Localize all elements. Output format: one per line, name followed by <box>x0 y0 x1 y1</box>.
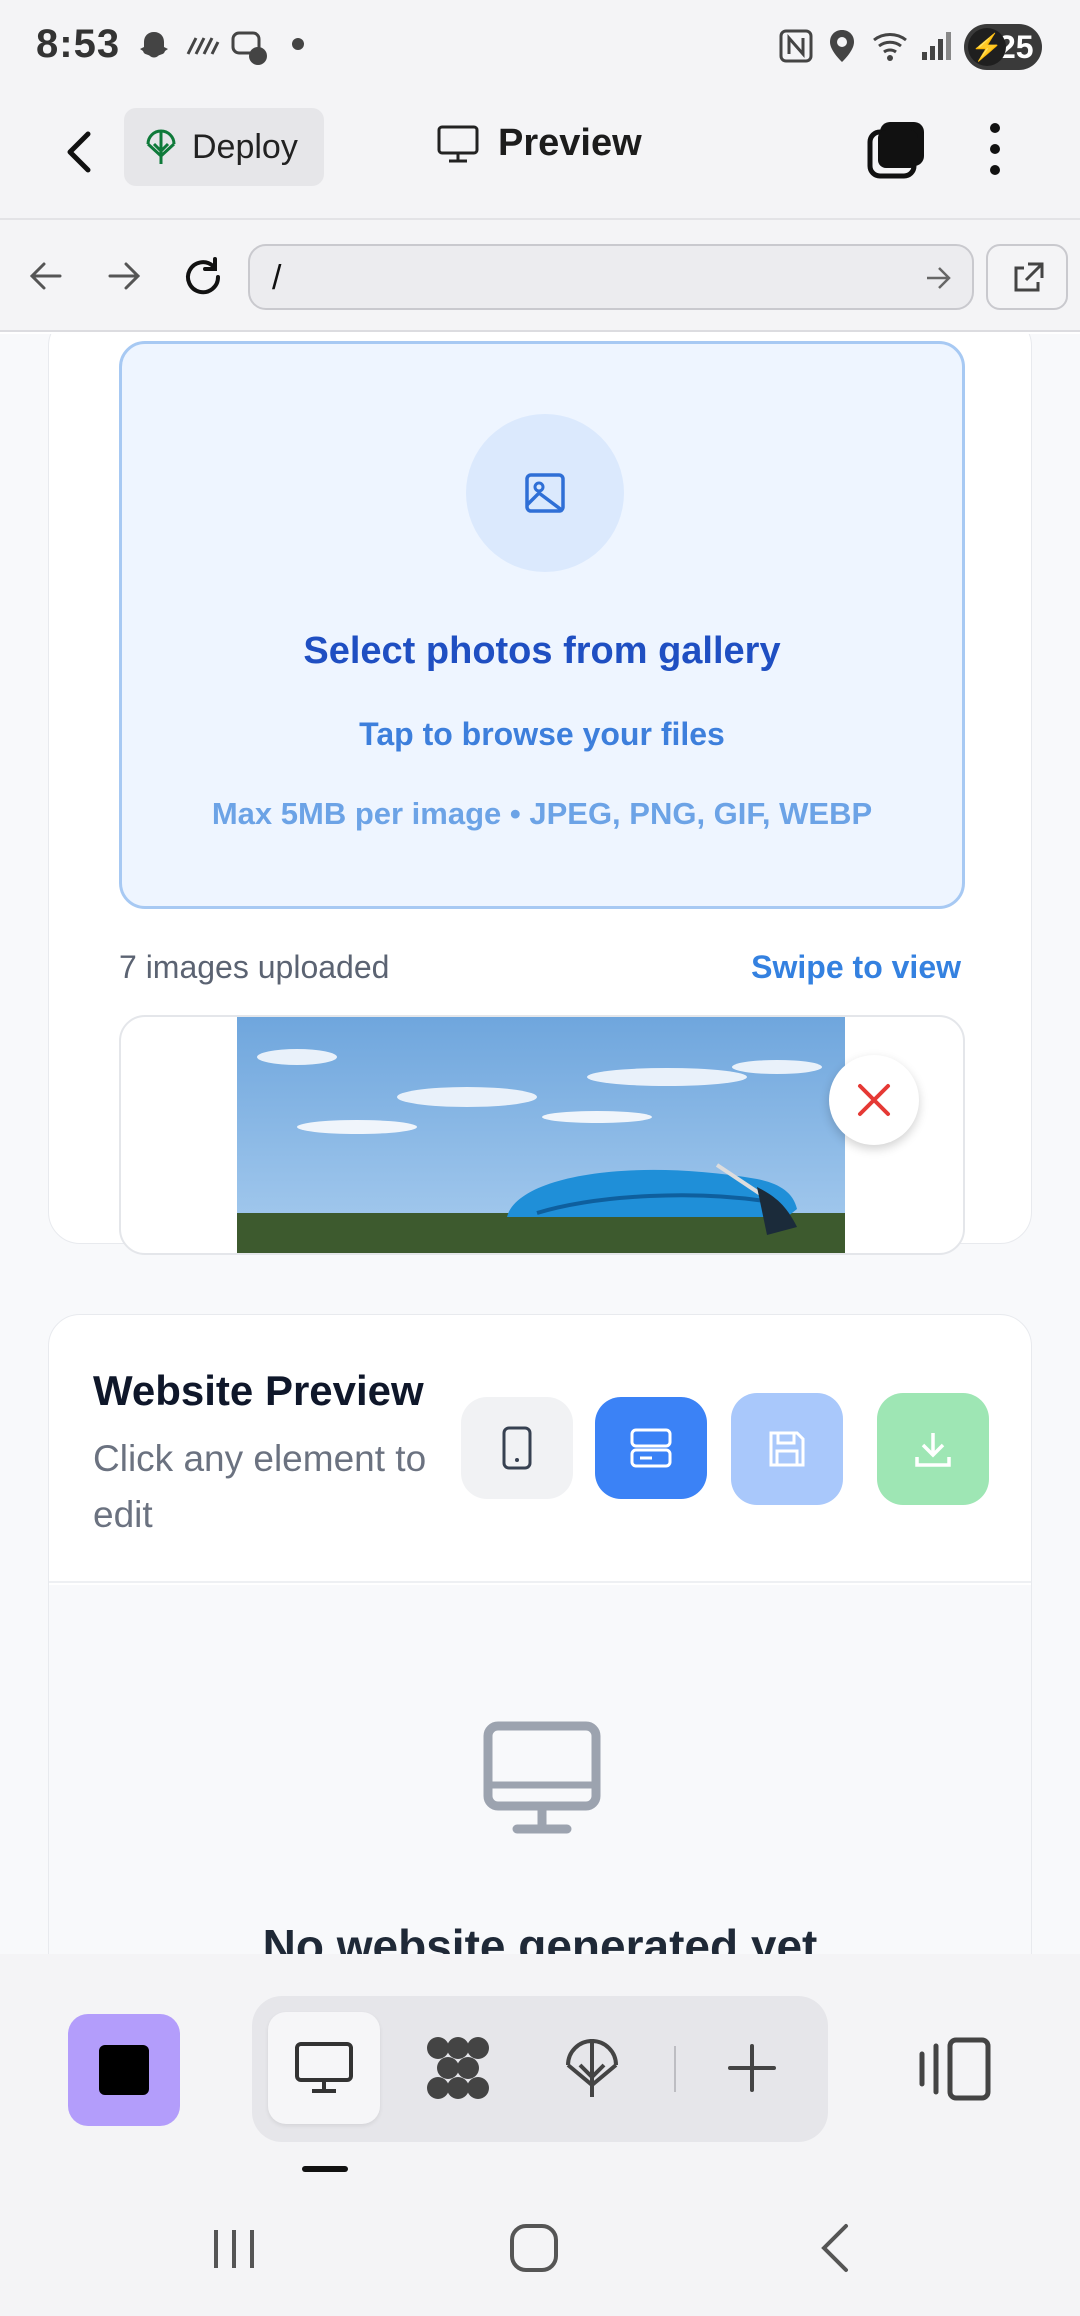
reload-button[interactable] <box>180 254 224 298</box>
chevron-left-icon <box>67 131 91 173</box>
boat-photo <box>237 1017 845 1253</box>
more-vertical-icon <box>990 123 1000 175</box>
stop-icon <box>99 2045 149 2095</box>
download-icon <box>915 1433 951 1467</box>
tabs-icon <box>867 122 924 179</box>
wifi-icon <box>870 28 914 64</box>
tool-group <box>252 1996 828 2142</box>
battery-indicator: ⚡ 25 <box>964 24 1042 70</box>
monitor-icon <box>483 1721 601 1834</box>
open-external-button[interactable] <box>986 244 1068 310</box>
image-icon-circle <box>466 414 624 572</box>
arrow-left-icon <box>29 262 62 290</box>
nav-forward-button[interactable] <box>102 254 146 298</box>
empty-state-title: No website generated yet <box>262 1920 818 1954</box>
stop-button[interactable] <box>68 2014 180 2126</box>
preview-subtitle: Click any element to edit <box>93 1438 427 1535</box>
download-button[interactable] <box>877 1393 989 1505</box>
charging-icon: ⚡ <box>968 28 1006 66</box>
page-title: Preview <box>498 122 642 164</box>
swipe-to-view-link[interactable]: Swipe to view <box>751 949 961 986</box>
url-bar <box>0 220 1080 332</box>
close-icon <box>858 1084 890 1116</box>
back-icon <box>821 2224 848 2272</box>
dropzone-title: Select photos from gallery <box>303 630 781 672</box>
external-link-icon <box>1014 262 1044 292</box>
smartphone-icon <box>502 1426 532 1470</box>
add-tool-button[interactable] <box>696 2012 808 2124</box>
deploy-icon <box>146 129 176 164</box>
nfc-icon <box>778 28 814 64</box>
deploy-label: Deploy <box>192 127 298 166</box>
bottom-toolbar <box>0 1954 1080 2174</box>
deploy-button[interactable]: Deploy <box>124 108 324 186</box>
desktop-view-icon <box>630 1428 672 1468</box>
toolbar-divider <box>674 2046 676 2092</box>
website-preview-card: Website Preview Click any element to edi… <box>48 1314 1032 1954</box>
upload-card: Select photos from gallery Tap to browse… <box>48 334 1032 1255</box>
nav-back-button[interactable] <box>24 254 68 298</box>
cell-signal-icon <box>920 28 954 62</box>
preview-title: Preview <box>436 122 642 165</box>
more-options-button[interactable] <box>980 118 1010 180</box>
monitor-icon <box>295 2042 353 2093</box>
home-icon <box>510 2224 558 2272</box>
preview-tool-button[interactable] <box>268 2012 380 2124</box>
status-bar: 8:53 ⚡ 25 <box>0 0 1080 92</box>
go-button[interactable] <box>924 264 952 292</box>
url-input[interactable] <box>272 256 892 300</box>
home-button[interactable] <box>504 2218 564 2278</box>
preview-empty-state: No website generated yet <box>49 1585 1031 1954</box>
back-button[interactable] <box>56 122 106 182</box>
mobile-view-button[interactable] <box>461 1397 573 1499</box>
recents-button[interactable] <box>204 2218 264 2278</box>
deploy-tool-button[interactable] <box>536 2012 648 2124</box>
dropzone-hint: Max 5MB per image • JPEG, PNG, GIF, WEBP <box>211 796 873 831</box>
save-icon <box>769 1431 805 1467</box>
notification-dot-icon <box>292 38 304 50</box>
save-button[interactable] <box>731 1393 843 1505</box>
active-tab-indicator <box>302 2166 348 2172</box>
arrow-right-icon <box>108 262 141 290</box>
plus-icon <box>728 2044 776 2092</box>
system-nav-bar <box>0 2174 1080 2316</box>
panels-icon <box>919 2037 991 2101</box>
messenger-icon <box>230 28 270 68</box>
photo-dropzone[interactable]: Select photos from gallery Tap to browse… <box>119 341 965 909</box>
image-icon <box>525 473 565 513</box>
app-header: Deploy Preview <box>0 92 1080 220</box>
location-icon <box>826 28 858 64</box>
tabs-button[interactable] <box>866 118 928 180</box>
remove-image-button[interactable] <box>829 1055 919 1145</box>
signal-lines-icon <box>184 28 220 64</box>
reload-icon <box>186 257 221 295</box>
dropzone-subtitle: Tap to browse your files <box>359 716 725 752</box>
desktop-view-button[interactable] <box>595 1397 707 1499</box>
uploaded-image-thumbnail[interactable] <box>237 1017 845 1253</box>
graph-tool-button[interactable] <box>402 2012 514 2124</box>
recents-icon <box>214 2230 254 2268</box>
web-preview-area: Select photos from gallery Tap to browse… <box>0 334 1080 1954</box>
uploaded-count: 7 images uploaded <box>119 949 390 985</box>
preview-card-header: Website Preview Click any element to edi… <box>49 1315 1031 1583</box>
status-time: 8:53 <box>36 22 121 66</box>
image-carousel[interactable] <box>119 1015 965 1255</box>
nodes-icon <box>427 2037 489 2099</box>
snapchat-icon <box>134 28 174 68</box>
arrow-right-icon <box>927 267 951 289</box>
system-back-button[interactable] <box>808 2218 868 2278</box>
preview-title-text: Website Preview <box>93 1367 424 1414</box>
monitor-icon <box>437 125 479 162</box>
deploy-icon <box>566 2039 618 2097</box>
url-field[interactable] <box>248 244 974 310</box>
panels-button[interactable] <box>914 2032 994 2106</box>
